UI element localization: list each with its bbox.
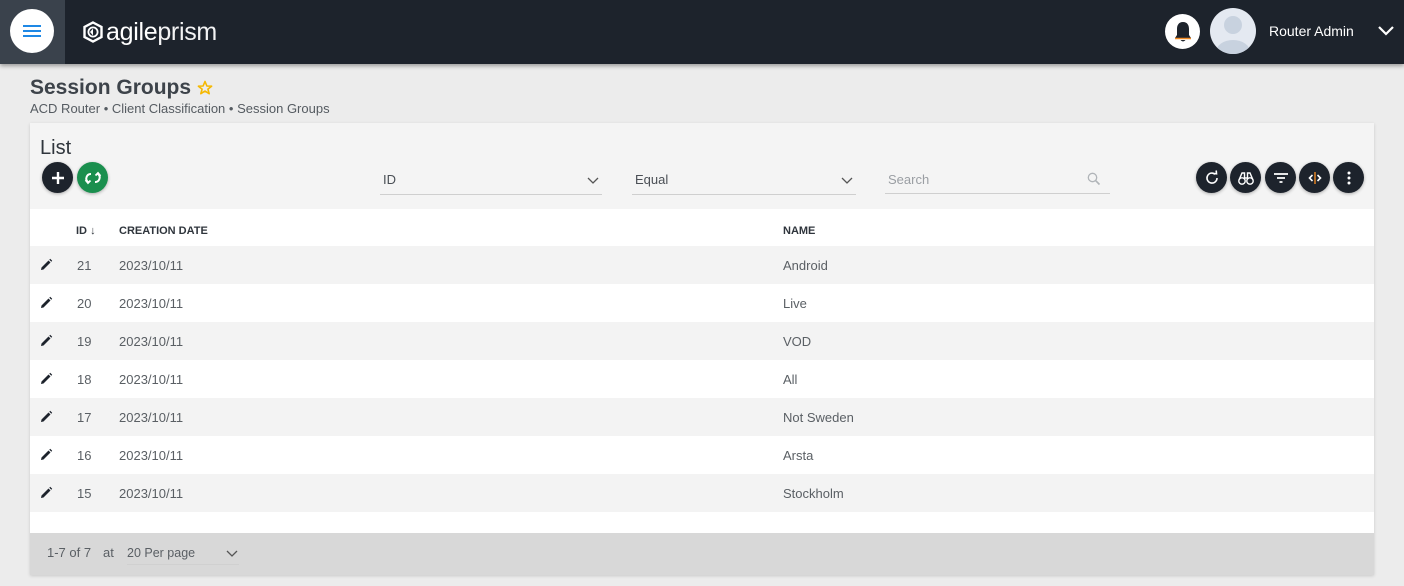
cell-creation-date: 2023/10/11	[119, 448, 184, 463]
search-field	[885, 165, 1110, 194]
column-header-id-label: ID	[76, 225, 87, 237]
logo-text-light: prism	[157, 17, 217, 46]
split-columns-icon	[1307, 171, 1322, 184]
breadcrumb-separator: •	[225, 101, 238, 116]
filter-icon	[1273, 172, 1288, 183]
table-body: 21 2023/10/11 Android 20 2023/10/11 Live 19 202…	[30, 246, 1374, 512]
hamburger-icon	[23, 25, 41, 37]
logo-text-bold: agile	[106, 17, 158, 46]
cell-creation-date: 2023/10/11	[119, 258, 184, 273]
sort-desc-icon: ↓	[90, 225, 96, 237]
cell-name: All	[783, 372, 798, 387]
edit-icon[interactable]	[39, 258, 53, 272]
edit-icon[interactable]	[39, 410, 53, 424]
breadcrumb: ACD Router • Client Classification • Ses…	[30, 101, 330, 116]
avatar[interactable]	[1210, 8, 1256, 54]
table-spacer	[30, 512, 1374, 533]
breadcrumb-item[interactable]: Session Groups	[237, 101, 330, 116]
user-name[interactable]: Router Admin	[1269, 23, 1354, 39]
find-button[interactable]	[1230, 162, 1261, 193]
filter-operator-select[interactable]: Equal	[632, 165, 856, 195]
menu-button[interactable]	[10, 9, 54, 53]
list-title: List	[40, 137, 72, 159]
bell-icon	[1174, 21, 1191, 41]
per-page-value: 20 Per page	[127, 545, 196, 560]
table-row[interactable]: 20 2023/10/11 Live	[30, 284, 1374, 322]
chevron-down-icon	[587, 177, 599, 184]
filter-field-value: ID	[383, 172, 396, 187]
logo-mark-icon	[83, 21, 103, 43]
star-outline-icon[interactable]	[197, 80, 213, 96]
cell-name: Android	[783, 258, 828, 273]
cell-id: 17	[77, 410, 92, 425]
edit-icon[interactable]	[39, 296, 53, 310]
logo[interactable]: agileprism	[82, 14, 217, 50]
filter-field-select[interactable]: ID	[380, 165, 602, 195]
cell-id: 19	[77, 334, 92, 349]
chevron-down-icon[interactable]	[1377, 22, 1395, 40]
page-title-text: Session Groups	[30, 76, 192, 99]
menu-zone	[0, 0, 65, 64]
top-bar: agileprism Router Admin	[0, 0, 1404, 64]
edit-icon[interactable]	[39, 372, 53, 386]
cell-name: Live	[783, 296, 807, 311]
table-row[interactable]: 16 2023/10/11 Arsta	[30, 436, 1374, 474]
pagination-footer: 1-7 of 7 at 20 Per page	[30, 533, 1374, 575]
cell-id: 15	[77, 486, 92, 501]
pagination-range: 1-7 of 7	[47, 545, 92, 560]
page-title: Session Groups	[30, 76, 213, 100]
cell-creation-date: 2023/10/11	[119, 372, 184, 387]
column-header-name[interactable]: NAME	[783, 225, 815, 237]
sync-icon	[84, 171, 101, 184]
plus-icon	[51, 171, 64, 184]
column-header-id[interactable]: ID ↓	[76, 225, 96, 237]
edit-icon[interactable]	[39, 486, 53, 500]
cell-id: 20	[77, 296, 92, 311]
user-avatar-icon	[1216, 16, 1250, 54]
breadcrumb-item[interactable]: Client Classification	[112, 101, 225, 116]
columns-button[interactable]	[1299, 162, 1330, 193]
chevron-down-icon	[841, 177, 853, 184]
list-card: List ID Equal Search ID ↓ CREATION DATE …	[30, 123, 1374, 575]
cell-name: Arsta	[783, 448, 814, 463]
refresh-button[interactable]	[1196, 162, 1227, 193]
cell-creation-date: 2023/10/11	[119, 410, 184, 425]
filter-button[interactable]	[1265, 162, 1296, 193]
notifications-button[interactable]	[1165, 14, 1200, 49]
breadcrumb-item[interactable]: ACD Router	[30, 101, 100, 116]
more-button[interactable]	[1333, 162, 1364, 193]
cell-creation-date: 2023/10/11	[119, 334, 184, 349]
table-row[interactable]: 21 2023/10/11 Android	[30, 246, 1374, 284]
table-row[interactable]: 17 2023/10/11 Not Sweden	[30, 398, 1374, 436]
table-row[interactable]: 19 2023/10/11 VOD	[30, 322, 1374, 360]
cell-name: Not Sweden	[783, 410, 854, 425]
edit-icon[interactable]	[39, 334, 53, 348]
per-page-select[interactable]: 20 Per page	[127, 541, 239, 565]
sync-button[interactable]	[77, 162, 108, 193]
binoculars-icon	[1237, 171, 1254, 185]
table-row[interactable]: 15 2023/10/11 Stockholm	[30, 474, 1374, 512]
chevron-down-icon	[226, 550, 238, 557]
session-groups-table: ID ↓ CREATION DATE NAME 21 2023/10/11 Andr…	[30, 209, 1374, 533]
edit-icon[interactable]	[39, 448, 53, 462]
add-button[interactable]	[42, 162, 73, 193]
refresh-icon	[1205, 169, 1218, 184]
table-row[interactable]: 18 2023/10/11 All	[30, 360, 1374, 398]
search-icon[interactable]	[1086, 171, 1102, 187]
cell-creation-date: 2023/10/11	[119, 486, 184, 501]
cell-id: 21	[77, 258, 92, 273]
search-input[interactable]	[885, 171, 1086, 187]
breadcrumb-separator: •	[100, 101, 112, 116]
pagination-at-label: at	[103, 545, 114, 560]
table-header: ID ↓ CREATION DATE NAME	[30, 209, 1374, 246]
cell-id: 16	[77, 448, 92, 463]
cell-id: 18	[77, 372, 92, 387]
cell-name: Stockholm	[783, 486, 844, 501]
column-header-creation-date[interactable]: CREATION DATE	[119, 225, 208, 237]
cell-creation-date: 2023/10/11	[119, 296, 184, 311]
more-vertical-icon	[1347, 171, 1350, 184]
filter-operator-value: Equal	[635, 172, 669, 187]
cell-name: VOD	[783, 334, 812, 349]
